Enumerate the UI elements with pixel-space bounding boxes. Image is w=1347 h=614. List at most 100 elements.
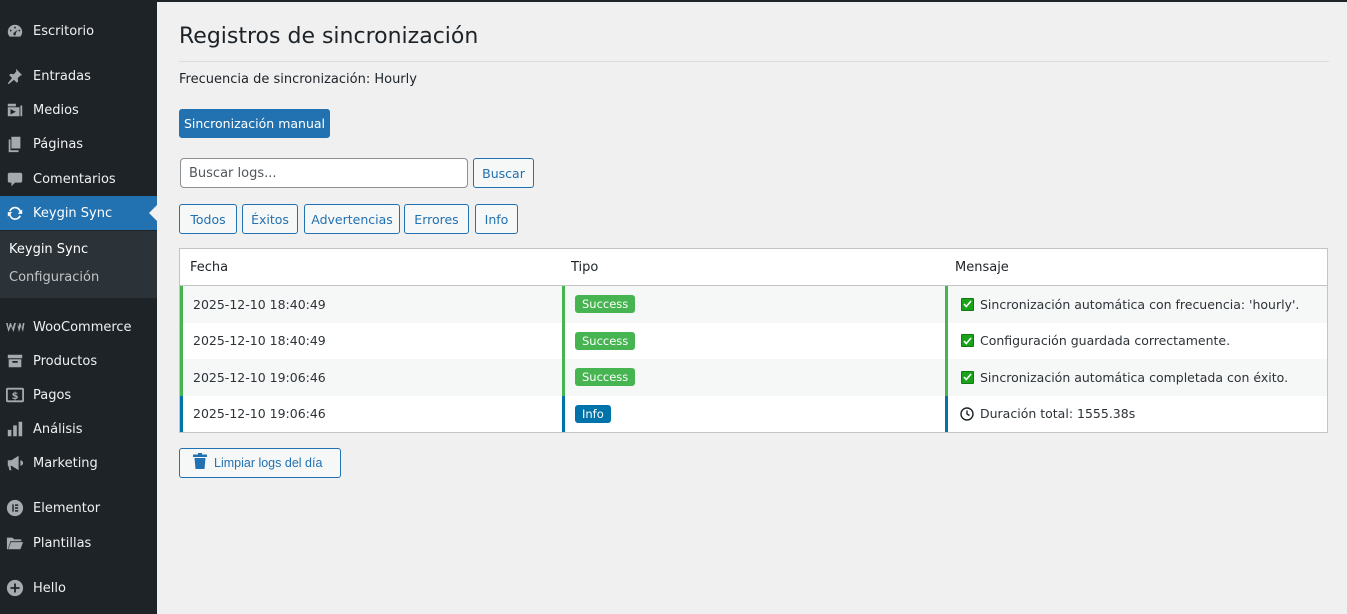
status-bar — [562, 286, 565, 323]
column-header-tipo: Tipo — [571, 260, 599, 275]
page-title: Registros de sincronización — [179, 24, 479, 49]
log-message: Sincronización automática completada con… — [980, 369, 1289, 385]
dashboard-icon — [5, 21, 25, 41]
sidebar-item-hello[interactable]: Hello — [0, 571, 157, 605]
sidebar-item-analisis[interactable]: Análisis — [0, 412, 157, 446]
log-message: Duración total: 1555.38s — [980, 406, 1136, 422]
filter-todos-button[interactable]: Todos — [179, 204, 237, 234]
woocommerce-icon — [5, 317, 25, 337]
filter-advertencias-button[interactable]: Advertencias — [304, 204, 400, 234]
sidebar-item-label: Entradas — [33, 68, 91, 84]
column-header-mensaje: Mensaje — [955, 260, 1009, 275]
sidebar-item-marketing[interactable]: Marketing — [0, 446, 157, 480]
sidebar-item-comentarios[interactable]: Comentarios — [0, 162, 157, 196]
sidebar-item-pagos[interactable]: $ Pagos — [0, 378, 157, 412]
comment-icon — [5, 169, 25, 189]
sidebar-item-label: Comentarios — [33, 171, 116, 187]
type-cell: Success — [562, 322, 945, 359]
status-bar — [562, 395, 565, 432]
type-badge: Success — [575, 331, 636, 350]
submenu-item-configuracion[interactable]: Configuración — [9, 270, 99, 285]
log-date: 2025-12-10 18:40:49 — [193, 296, 326, 312]
media-icon — [5, 100, 25, 120]
sidebar-item-label: Escritorio — [33, 23, 95, 39]
type-cell: Success — [562, 286, 945, 323]
submenu-item-keygin-sync[interactable]: Keygin Sync — [9, 242, 88, 257]
date-cell: 2025-12-10 19:06:46 — [180, 359, 562, 396]
clock-icon — [960, 407, 974, 421]
main-content: Registros de sincronización Frecuencia d… — [157, 2, 1347, 614]
check-icon — [960, 334, 974, 348]
sidebar-item-label: Páginas — [33, 136, 84, 152]
pages-icon — [5, 134, 25, 154]
search-logs-input[interactable] — [180, 158, 468, 188]
search-button[interactable]: Buscar — [473, 158, 534, 188]
type-badge: Success — [575, 295, 636, 314]
type-cell: Success — [562, 359, 945, 396]
sidebar-submenu: Keygin Sync Configuración — [0, 231, 157, 298]
filter-info-button[interactable]: Info — [475, 204, 518, 234]
table-row: 2025-12-10 18:40:49 Success Configuració… — [180, 322, 1327, 359]
table-header: Fecha Tipo Mensaje — [180, 249, 1327, 286]
dollar-icon: $ — [5, 385, 25, 405]
type-cell: Info — [562, 395, 945, 432]
sidebar-item-label: Productos — [33, 353, 98, 369]
message-cell: Sincronización automática completada con… — [945, 359, 1327, 396]
clear-logs-button[interactable]: Limpiar logs del día — [179, 448, 341, 478]
date-cell: 2025-12-10 18:40:49 — [180, 286, 562, 323]
filter-errores-button[interactable]: Errores — [404, 204, 469, 234]
sidebar-item-escritorio[interactable]: Escritorio — [0, 14, 157, 48]
log-date: 2025-12-10 19:06:46 — [193, 406, 326, 422]
sidebar-item-label: Elementor — [33, 500, 101, 516]
manual-sync-button[interactable]: Sincronización manual — [179, 109, 330, 138]
log-message: Configuración guardada correctamente. — [980, 333, 1231, 349]
admin-sidebar: Escritorio Entradas Medios Páginas Comen… — [0, 0, 157, 614]
sidebar-item-label: Hello — [33, 580, 66, 596]
status-bar — [945, 286, 948, 323]
folder-icon — [5, 533, 25, 553]
sidebar-item-woocommerce[interactable]: WooCommerce — [0, 310, 157, 344]
table-row: 2025-12-10 19:06:46 Success Sincronizaci… — [180, 359, 1327, 396]
message-cell: Duración total: 1555.38s — [945, 395, 1327, 432]
sidebar-item-paginas[interactable]: Páginas — [0, 127, 157, 161]
check-icon — [960, 297, 974, 311]
date-cell: 2025-12-10 18:40:49 — [180, 322, 562, 359]
status-bar — [562, 359, 565, 396]
sidebar-item-label: Plantillas — [33, 535, 92, 551]
pushpin-icon — [5, 66, 25, 86]
status-bar — [180, 286, 183, 323]
sidebar-item-productos[interactable]: Productos — [0, 344, 157, 378]
table-row: 2025-12-10 18:40:49 Success Sincronizaci… — [180, 286, 1327, 323]
sidebar-item-plantillas[interactable]: Plantillas — [0, 526, 157, 560]
status-bar — [945, 322, 948, 359]
sidebar-item-entradas[interactable]: Entradas — [0, 59, 157, 93]
status-bar — [945, 395, 948, 432]
sidebar-item-label: Marketing — [33, 455, 98, 471]
sidebar-item-label: Pagos — [33, 387, 72, 403]
trash-icon — [193, 453, 207, 469]
sidebar-item-label: WooCommerce — [33, 319, 132, 335]
svg-text:$: $ — [12, 391, 19, 402]
sidebar-item-keygin-sync[interactable]: Keygin Sync — [0, 196, 157, 230]
plus-circle-icon — [5, 578, 25, 598]
megaphone-icon — [5, 453, 25, 473]
check-icon — [960, 370, 974, 384]
log-date: 2025-12-10 18:40:49 — [193, 333, 326, 349]
filter-exitos-button[interactable]: Éxitos — [242, 204, 298, 234]
clear-logs-label: Limpiar logs del día — [214, 456, 323, 470]
status-bar — [180, 359, 183, 396]
archive-icon — [5, 351, 25, 371]
date-cell: 2025-12-10 19:06:46 — [180, 395, 562, 432]
sidebar-item-label: Medios — [33, 102, 79, 118]
column-header-fecha: Fecha — [190, 260, 229, 275]
status-bar — [180, 322, 183, 359]
status-bar — [562, 322, 565, 359]
sidebar-item-elementor[interactable]: Elementor — [0, 491, 157, 525]
log-message: Sincronización automática con frecuencia… — [980, 296, 1300, 312]
status-bar — [945, 359, 948, 396]
message-cell: Configuración guardada correctamente. — [945, 322, 1327, 359]
type-badge: Success — [575, 368, 636, 387]
sync-icon — [5, 203, 25, 223]
title-divider — [179, 61, 1329, 62]
sidebar-item-medios[interactable]: Medios — [0, 93, 157, 127]
